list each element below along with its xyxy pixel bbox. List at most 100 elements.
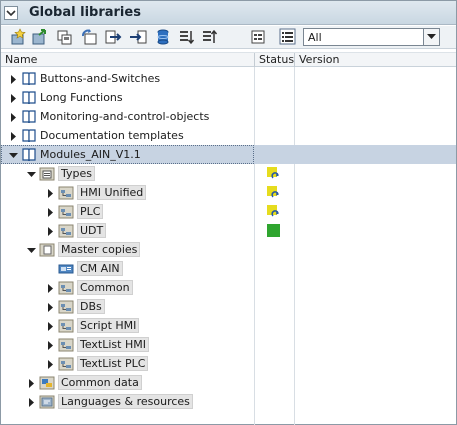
tree-node[interactable]: HMI Unified xyxy=(1,183,254,202)
tree-node-label: Modules_AIN_V1.1 xyxy=(40,148,141,161)
title-bar: Global libraries xyxy=(1,1,456,25)
collapsed-arrow-icon[interactable] xyxy=(9,112,18,122)
folder-icon xyxy=(58,299,74,314)
properties-icon[interactable] xyxy=(250,28,268,46)
library-book-icon xyxy=(21,109,37,124)
expanded-arrow-icon[interactable] xyxy=(9,150,18,159)
collapsed-arrow-icon[interactable] xyxy=(46,359,55,369)
sort-up-icon[interactable] xyxy=(201,28,219,46)
folder-icon xyxy=(58,280,74,295)
tree-node[interactable]: Buttons-and-Switches xyxy=(1,69,254,88)
expanded-arrow-icon[interactable] xyxy=(27,169,36,178)
collapsed-arrow-icon[interactable] xyxy=(46,188,55,198)
tree-node[interactable]: Script HMI xyxy=(1,316,254,335)
tree-node[interactable]: Languages & resources xyxy=(1,392,254,411)
collapsed-arrow-icon[interactable] xyxy=(46,340,55,350)
library-book-icon xyxy=(21,128,37,143)
tree-row[interactable]: UDT xyxy=(1,221,456,240)
collapsed-arrow-icon[interactable] xyxy=(46,283,55,293)
collapsed-arrow-icon[interactable] xyxy=(9,74,18,84)
common-data-icon xyxy=(39,375,55,390)
tree-row[interactable]: Languages & resources xyxy=(1,392,456,411)
tree-node[interactable]: UDT xyxy=(1,221,254,240)
status-update-available-icon xyxy=(267,167,280,180)
tree-node-label: HMI Unified xyxy=(77,185,147,200)
tree-node-label: Script HMI xyxy=(77,318,140,333)
tree-row[interactable]: HMI Unified xyxy=(1,183,456,202)
save-library-icon[interactable] xyxy=(56,28,74,46)
panel-title: Global libraries xyxy=(29,5,141,20)
sort-down-icon[interactable] xyxy=(178,28,196,46)
column-status[interactable]: Status xyxy=(255,53,295,67)
tree-node[interactable]: Common data xyxy=(1,373,254,392)
tree-node[interactable]: DBs xyxy=(1,297,254,316)
languages-resources-icon xyxy=(39,394,55,409)
tree-row[interactable]: Common xyxy=(1,278,456,297)
tree-node-label: Common xyxy=(77,280,133,295)
update-library-icon[interactable] xyxy=(80,28,98,46)
dropdown-arrow-icon[interactable] xyxy=(423,29,439,45)
status-update-available-icon xyxy=(267,205,280,218)
tree-row[interactable]: TextList HMI xyxy=(1,335,456,354)
storage-icon[interactable] xyxy=(154,28,172,46)
tree-node-label: Buttons-and-Switches xyxy=(40,72,161,85)
open-library-icon[interactable] xyxy=(31,28,49,46)
column-name[interactable]: Name xyxy=(1,53,254,67)
global-libraries-panel: Global libraries All Name Status Version… xyxy=(0,0,457,425)
tree-row[interactable]: Documentation templates xyxy=(1,126,456,145)
collapsed-arrow-icon[interactable] xyxy=(9,93,18,103)
export-icon[interactable] xyxy=(105,28,123,46)
tree-node[interactable]: Monitoring-and-control-objects xyxy=(1,107,254,126)
device-module-icon xyxy=(58,261,74,276)
tree-node[interactable]: Documentation templates xyxy=(1,126,254,145)
tree-node[interactable]: TextList PLC xyxy=(1,354,254,373)
tree-row[interactable]: Master copies xyxy=(1,240,456,259)
tree-row[interactable]: CM AIN xyxy=(1,259,456,278)
collapsed-arrow-icon[interactable] xyxy=(27,378,36,388)
tree-node-label: Monitoring-and-control-objects xyxy=(40,110,210,123)
tree-row[interactable]: Buttons-and-Switches xyxy=(1,69,456,88)
column-header: Name Status Version xyxy=(1,52,456,67)
tree-node[interactable]: CM AIN xyxy=(1,259,254,278)
tree-row[interactable]: Script HMI xyxy=(1,316,456,335)
tree-node-label: TextList HMI xyxy=(77,337,149,352)
tree-node[interactable]: Long Functions xyxy=(1,88,254,107)
collapsed-arrow-icon[interactable] xyxy=(46,207,55,217)
library-book-icon xyxy=(21,147,37,162)
collapsed-arrow-icon[interactable] xyxy=(9,131,18,141)
folder-icon xyxy=(58,337,74,352)
tree-row[interactable]: TextList PLC xyxy=(1,354,456,373)
folder-icon xyxy=(58,356,74,371)
tree-node[interactable]: Master copies xyxy=(1,240,254,259)
collapse-panel-icon[interactable] xyxy=(4,6,18,20)
tree-node[interactable]: TextList HMI xyxy=(1,335,254,354)
collapsed-arrow-icon[interactable] xyxy=(46,302,55,312)
collapsed-arrow-icon[interactable] xyxy=(46,226,55,236)
library-book-icon xyxy=(21,90,37,105)
tree-row[interactable]: Monitoring-and-control-objects xyxy=(1,107,456,126)
list-view-icon[interactable] xyxy=(279,28,297,46)
tree-node[interactable]: Types xyxy=(1,164,254,183)
tree-row[interactable]: Types xyxy=(1,164,456,183)
tree-node-label: Common data xyxy=(58,375,142,390)
folder-icon xyxy=(58,185,74,200)
expanded-arrow-icon[interactable] xyxy=(27,245,36,254)
master-copies-folder-icon xyxy=(39,242,55,257)
tree-row[interactable]: PLC xyxy=(1,202,456,221)
tree-node[interactable]: PLC xyxy=(1,202,254,221)
tree-row[interactable]: DBs xyxy=(1,297,456,316)
collapsed-arrow-icon[interactable] xyxy=(27,397,36,407)
tree-row[interactable]: Modules_AIN_V1.1 xyxy=(1,145,456,164)
tree-row[interactable]: Common data xyxy=(1,373,456,392)
tree-row[interactable]: Long Functions xyxy=(1,88,456,107)
create-library-icon[interactable] xyxy=(9,28,27,46)
column-version[interactable]: Version xyxy=(295,53,455,67)
tree-node-label: DBs xyxy=(77,299,105,314)
tree-node[interactable]: Common xyxy=(1,278,254,297)
collapsed-arrow-icon[interactable] xyxy=(46,321,55,331)
import-icon[interactable] xyxy=(129,28,147,46)
filter-dropdown[interactable]: All xyxy=(303,28,440,46)
tree-node-label: UDT xyxy=(77,223,107,238)
tree-node[interactable]: Modules_AIN_V1.1 xyxy=(1,145,254,164)
folder-icon xyxy=(58,204,74,219)
